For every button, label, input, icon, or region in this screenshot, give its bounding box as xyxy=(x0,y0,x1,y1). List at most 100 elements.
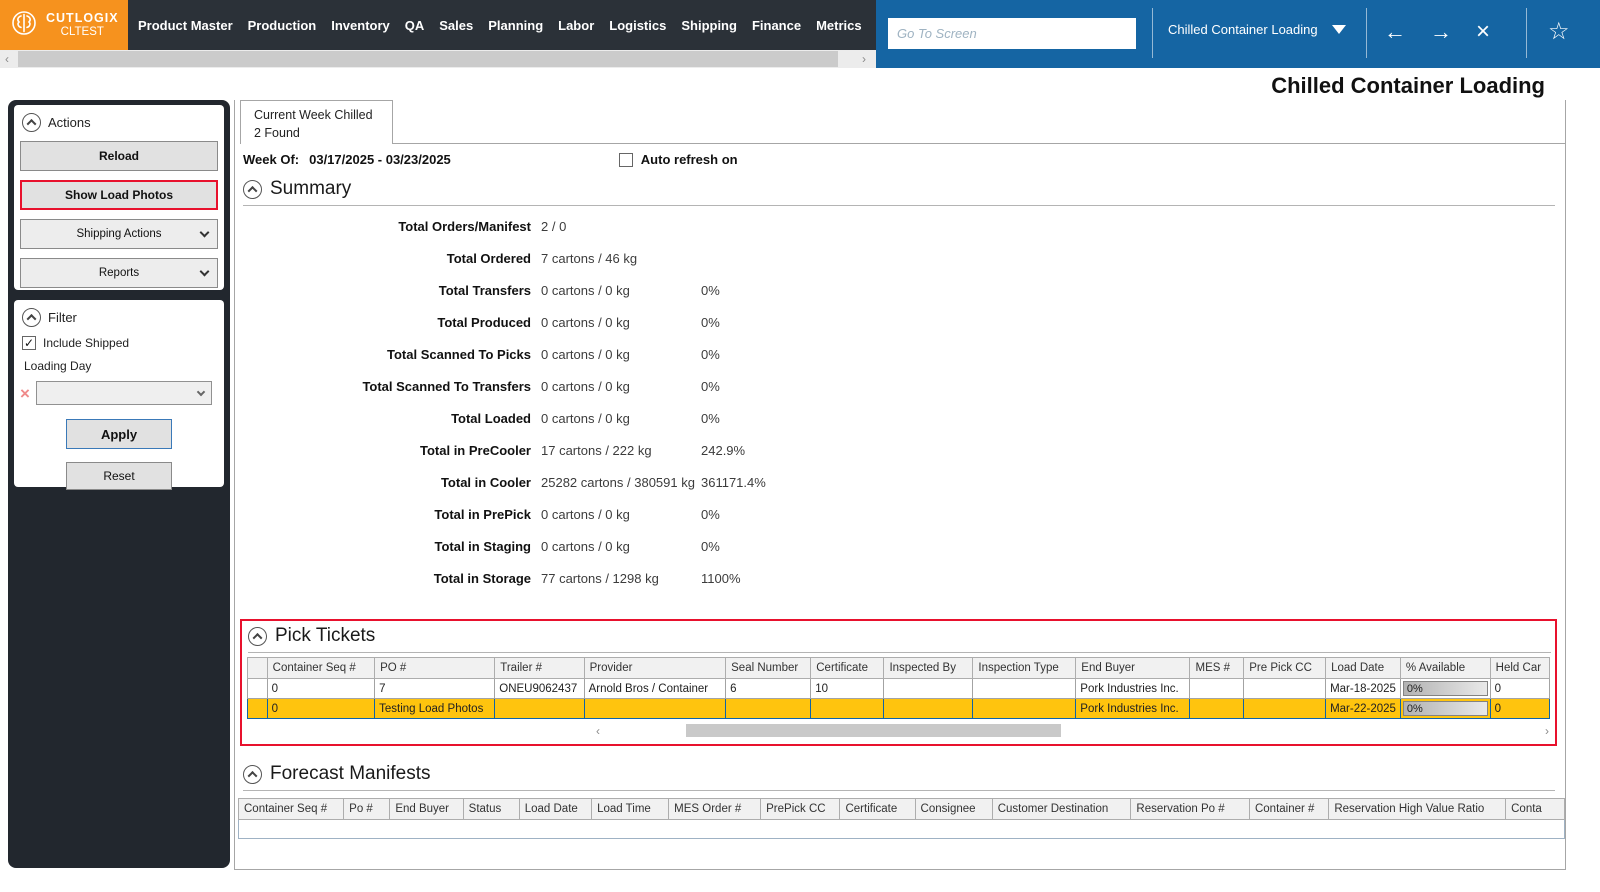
column-header[interactable]: Certificate xyxy=(840,799,915,820)
column-header[interactable]: Reservation High Value Ratio xyxy=(1329,799,1506,820)
column-header[interactable]: Certificate xyxy=(811,658,884,679)
cell: 6 xyxy=(726,679,811,699)
column-header[interactable]: % Available xyxy=(1400,658,1490,679)
column-header[interactable]: Seal Number xyxy=(726,658,811,679)
table-row[interactable]: 0Testing Load PhotosPork Industries Inc.… xyxy=(248,699,1550,719)
column-header[interactable]: Load Time xyxy=(592,799,669,820)
shipping-actions-dropdown[interactable]: Shipping Actions xyxy=(20,219,218,249)
summary-percent: 0% xyxy=(701,283,766,298)
nav-item-metrics[interactable]: Metrics xyxy=(816,18,862,33)
loading-day-combobox[interactable] xyxy=(36,381,212,405)
nav-item-production[interactable]: Production xyxy=(248,18,317,33)
column-header[interactable]: Consignee xyxy=(915,799,992,820)
favorite-star-icon[interactable]: ☆ xyxy=(1548,17,1570,47)
summary-label: Total in Storage xyxy=(235,562,531,594)
goto-screen-input[interactable] xyxy=(888,18,1136,49)
table-row[interactable]: 07ONEU9062437Arnold Bros / Container610P… xyxy=(248,679,1550,699)
apply-button[interactable]: Apply xyxy=(66,419,172,449)
cell xyxy=(726,699,811,719)
column-header[interactable]: PO # xyxy=(375,658,495,679)
scrollbar-thumb[interactable] xyxy=(18,51,838,67)
cell: 0 xyxy=(1490,679,1549,699)
nav-item-shipping[interactable]: Shipping xyxy=(681,18,737,33)
scroll-left-icon[interactable]: ‹ xyxy=(596,723,600,739)
column-header[interactable]: End Buyer xyxy=(390,799,463,820)
close-icon[interactable]: × xyxy=(1476,17,1490,47)
scroll-right-icon[interactable]: › xyxy=(862,51,866,67)
auto-refresh-checkbox[interactable] xyxy=(619,153,633,167)
summary-percent: 0% xyxy=(701,315,766,330)
column-header[interactable]: Customer Destination xyxy=(992,799,1131,820)
row-selector[interactable] xyxy=(248,699,268,719)
column-header[interactable]: Container Seq # xyxy=(267,658,374,679)
collapse-summary-icon[interactable] xyxy=(243,180,262,199)
reports-dropdown[interactable]: Reports xyxy=(20,258,218,288)
scrollbar-thumb[interactable] xyxy=(686,724,1061,737)
column-header[interactable]: MES # xyxy=(1190,658,1244,679)
column-header[interactable]: Pre Pick CC xyxy=(1244,658,1326,679)
show-load-photos-button[interactable]: Show Load Photos xyxy=(20,180,218,210)
loading-day-label: Loading Day xyxy=(24,359,219,373)
pick-tickets-section: Pick Tickets Container Seq #PO #Trailer … xyxy=(240,619,1557,746)
column-header[interactable]: Conta xyxy=(1506,799,1565,820)
cell xyxy=(884,679,973,699)
app-logo[interactable]: CUTLOGIX CLTEST xyxy=(0,0,128,50)
collapse-forecast-icon[interactable] xyxy=(243,765,262,784)
row-selector[interactable] xyxy=(248,679,268,699)
nav-item-sales[interactable]: Sales xyxy=(439,18,473,33)
column-header[interactable]: Po # xyxy=(344,799,390,820)
scroll-right-icon[interactable]: › xyxy=(1545,723,1549,739)
forward-arrow-icon[interactable]: → xyxy=(1430,17,1452,47)
column-header[interactable]: Inspected By xyxy=(884,658,973,679)
nav-item-labor[interactable]: Labor xyxy=(558,18,594,33)
nav-item-inventory[interactable]: Inventory xyxy=(331,18,390,33)
nav-item-finance[interactable]: Finance xyxy=(752,18,801,33)
summary-value: 7 cartons / 46 kg xyxy=(531,251,701,266)
column-header[interactable]: Inspection Type xyxy=(973,658,1076,679)
nav-item-planning[interactable]: Planning xyxy=(488,18,543,33)
column-header[interactable]: Provider xyxy=(584,658,726,679)
column-header[interactable]: Container Seq # xyxy=(239,799,344,820)
nav-item-logistics[interactable]: Logistics xyxy=(609,18,666,33)
cell: 7 xyxy=(375,679,495,699)
reload-button[interactable]: Reload xyxy=(20,141,218,171)
column-header[interactable]: Held Car xyxy=(1490,658,1549,679)
column-header[interactable]: Load Date xyxy=(1326,658,1401,679)
column-header[interactable]: Status xyxy=(463,799,519,820)
cell xyxy=(495,699,584,719)
collapse-pick-tickets-icon[interactable] xyxy=(248,627,267,646)
summary-label: Total Scanned To Picks xyxy=(235,338,531,370)
cell: 0% xyxy=(1400,699,1490,719)
page-title: Chilled Container Loading xyxy=(1271,73,1545,99)
column-header[interactable]: Reservation Po # xyxy=(1131,799,1250,820)
column-header[interactable]: MES Order # xyxy=(669,799,761,820)
reset-button[interactable]: Reset xyxy=(66,462,172,490)
column-header[interactable]: Container # xyxy=(1249,799,1328,820)
column-header[interactable]: Load Date xyxy=(519,799,591,820)
chevron-down-icon xyxy=(197,388,205,396)
column-header[interactable]: Trailer # xyxy=(495,658,584,679)
back-arrow-icon[interactable]: ← xyxy=(1384,17,1406,47)
screen-selector-dropdown[interactable]: Chilled Container Loading xyxy=(1168,22,1346,37)
pick-tickets-scrollbar[interactable]: ‹ › xyxy=(248,723,1549,739)
column-header[interactable]: End Buyer xyxy=(1076,658,1190,679)
column-header[interactable]: PrePick CC xyxy=(761,799,840,820)
summary-percent: 0% xyxy=(701,347,766,362)
collapse-actions-icon[interactable] xyxy=(22,113,41,132)
cell: 10 xyxy=(811,679,884,699)
logo-title: CUTLOGIX xyxy=(46,11,119,26)
cell xyxy=(884,699,973,719)
cell: Testing Load Photos xyxy=(375,699,495,719)
summary-value: 0 cartons / 0 kg xyxy=(531,379,701,394)
divider xyxy=(1526,8,1527,58)
tab-current-week-chilled[interactable]: Current Week Chilled 2 Found xyxy=(240,100,393,144)
nav-item-qa[interactable]: QA xyxy=(405,18,425,33)
cell xyxy=(811,699,884,719)
collapse-filter-icon[interactable] xyxy=(22,308,41,327)
include-shipped-checkbox[interactable]: ✓ xyxy=(22,336,36,350)
nav-horizontal-scrollbar[interactable]: ‹ › xyxy=(0,50,876,68)
nav-item-product-master[interactable]: Product Master xyxy=(138,18,233,33)
actions-panel-title: Actions xyxy=(48,115,91,130)
clear-filter-icon[interactable]: × xyxy=(20,385,30,402)
scroll-left-icon[interactable]: ‹ xyxy=(5,51,9,67)
